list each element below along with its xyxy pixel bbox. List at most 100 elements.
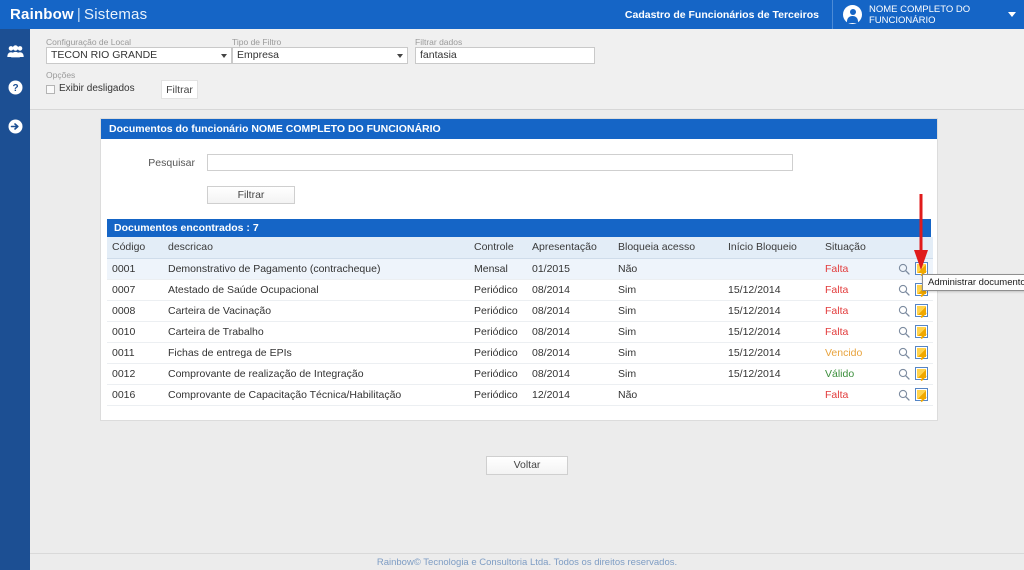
column-header-codigo[interactable]: Código (107, 237, 163, 259)
document-description-cell: Carteira de Vacinação (163, 300, 469, 322)
document-status-cell: Falta (820, 300, 893, 322)
annotation-arrow (913, 194, 929, 279)
chevron-down-icon (221, 53, 227, 58)
edit-pencil-icon[interactable] (915, 304, 928, 317)
magnifier-icon[interactable] (898, 263, 910, 275)
brand-separator: | (76, 6, 82, 23)
document-block-start-cell: 15/12/2014 (723, 279, 820, 301)
chevron-down-icon[interactable] (1008, 12, 1016, 17)
tipo-filtro-select-value: Empresa (237, 49, 280, 61)
magnifier-icon[interactable] (898, 305, 910, 317)
results-header: Documentos encontrados : 7 (107, 219, 931, 237)
document-actions-cell (893, 321, 933, 343)
search-label: Pesquisar (148, 156, 195, 169)
table-row[interactable]: 0007 Atestado de Saúde Ocupacional Periódi… (107, 279, 933, 301)
document-control-cell: Periódico (469, 279, 527, 301)
local-select-value: TECON RIO GRANDE (51, 49, 158, 61)
document-presentation-cell: 08/2014 (527, 300, 613, 322)
filter-row: Filtrar (101, 185, 937, 204)
user-name-label: NOME COMPLETO DO FUNCIONÁRIO (869, 3, 971, 26)
edit-pencil-icon[interactable] (915, 388, 928, 401)
table-row[interactable]: 0008 Carteira de Vacinação Periódico 08/201… (107, 300, 933, 322)
document-control-cell: Periódico (469, 384, 527, 406)
sidebar-item-employees[interactable] (0, 34, 30, 68)
magnifier-icon[interactable] (898, 389, 910, 401)
users-group-icon (6, 44, 24, 58)
document-block-start-cell: 15/12/2014 (723, 363, 820, 385)
voltar-button[interactable]: Voltar (486, 455, 568, 475)
document-control-cell: Periódico (469, 342, 527, 364)
document-block-start-cell: 15/12/2014 (723, 342, 820, 364)
document-description-cell: Atestado de Saúde Ocupacional (163, 279, 469, 301)
document-status-cell: Falta (820, 384, 893, 406)
documents-table: Código descricao Controle Apresentação B… (107, 237, 933, 406)
document-presentation-cell: 08/2014 (527, 321, 613, 343)
document-block-start-cell: 15/12/2014 (723, 300, 820, 322)
document-block-start-cell: 15/12/2014 (723, 321, 820, 343)
table-row[interactable]: 0001 Demonstrativo de Pagamento (contrach… (107, 258, 933, 280)
magnifier-icon[interactable] (898, 284, 910, 296)
brand-system: Sistemas (84, 6, 148, 23)
local-select[interactable]: TECON RIO GRANDE (46, 47, 232, 64)
table-row[interactable]: 0010 Carteira de Trabalho Periódico 08/2014… (107, 321, 933, 343)
table-row[interactable]: 0012 Comprovante de realização de Integra… (107, 363, 933, 385)
magnifier-icon[interactable] (898, 368, 910, 380)
document-actions-cell (893, 300, 933, 322)
table-row[interactable]: 0011 Fichas de entrega de EPIs Periódico 08… (107, 342, 933, 364)
footer-text: Rainbow© Tecnologia e Consultoria Ltda. … (30, 553, 1024, 568)
tooltip-administrar-documento: Administrar documento (922, 274, 1024, 291)
left-sidebar: ? (0, 29, 30, 570)
document-blocks-access-cell: Não (613, 384, 723, 406)
edit-pencil-icon[interactable] (915, 346, 928, 359)
document-code-cell: 0011 (107, 342, 163, 364)
filtrar-panel-button[interactable]: Filtrar (207, 186, 295, 204)
sidebar-item-help[interactable]: ? (0, 70, 30, 104)
document-control-cell: Mensal (469, 258, 527, 280)
top-header-bar: Rainbow | Sistemas Cadastro de Funcionário… (0, 0, 1024, 29)
row-action-group (898, 388, 928, 401)
document-presentation-cell: 08/2014 (527, 342, 613, 364)
document-code-cell: 0016 (107, 384, 163, 406)
column-header-situacao[interactable]: Situação (820, 237, 893, 259)
document-blocks-access-cell: Sim (613, 363, 723, 385)
column-header-descricao[interactable]: descricao (163, 237, 469, 259)
column-header-bloqueia[interactable]: Bloqueia acesso (613, 237, 723, 259)
exibir-desligados-checkbox[interactable] (46, 85, 55, 94)
user-menu[interactable]: NOME COMPLETO DO FUNCIONÁRIO (832, 0, 1024, 29)
brand-name: Rainbow (10, 6, 74, 23)
document-description-cell: Comprovante de realização de Integração (163, 363, 469, 385)
svg-text:?: ? (12, 83, 18, 94)
filtrar-dados-input[interactable]: fantasia (415, 47, 595, 64)
document-blocks-access-cell: Sim (613, 300, 723, 322)
document-control-cell: Periódico (469, 321, 527, 343)
document-status-cell: Válido (820, 363, 893, 385)
exibir-desligados-label: Exibir desligados (59, 83, 135, 94)
document-actions-cell (893, 342, 933, 364)
table-row[interactable]: 0016 Comprovante de Capacitação Técnica/H… (107, 384, 933, 406)
document-description-cell: Demonstrativo de Pagamento (contracheque… (163, 258, 469, 280)
document-actions-cell (893, 384, 933, 406)
filtrar-toolbar-button[interactable]: Filtrar (161, 80, 198, 99)
magnifier-icon[interactable] (898, 347, 910, 359)
edit-pencil-icon[interactable] (915, 367, 928, 380)
column-header-apresentacao[interactable]: Apresentação (527, 237, 613, 259)
column-header-controle[interactable]: Controle (469, 237, 527, 259)
column-header-inicio[interactable]: Início Bloqueio (723, 237, 820, 259)
module-title: Cadastro de Funcionários de Terceiros (624, 8, 819, 21)
edit-pencil-icon[interactable] (915, 325, 928, 338)
row-action-group (898, 304, 928, 317)
tipo-filtro-label: Tipo de Filtro (232, 37, 282, 47)
document-status-cell: Falta (820, 321, 893, 343)
panel-title: Documentos do funcionário NOME COMPLETO … (101, 119, 937, 139)
magnifier-icon[interactable] (898, 326, 910, 338)
document-status-cell: Falta (820, 279, 893, 301)
document-status-cell: Falta (820, 258, 893, 280)
document-control-cell: Periódico (469, 363, 527, 385)
brand-logo[interactable]: Rainbow | Sistemas (0, 6, 147, 23)
search-input[interactable] (207, 154, 793, 171)
tipo-filtro-select[interactable]: Empresa (232, 47, 408, 64)
sidebar-item-logout[interactable] (0, 109, 30, 143)
back-button-wrapper: Voltar (30, 455, 1024, 475)
main-content: Documentos do funcionário NOME COMPLETO … (30, 110, 1024, 561)
document-status-cell: Vencido (820, 342, 893, 364)
